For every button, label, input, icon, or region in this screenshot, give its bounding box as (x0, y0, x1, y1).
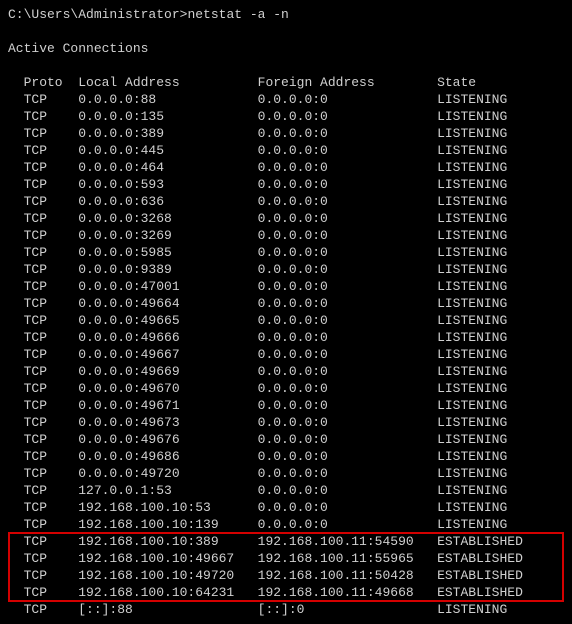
table-row: TCP 0.0.0.0:47001 0.0.0.0:0 LISTENING (8, 278, 564, 295)
table-row: TCP 0.0.0.0:3269 0.0.0.0:0 LISTENING (8, 227, 564, 244)
table-row: TCP 127.0.0.1:53 0.0.0.0:0 LISTENING (8, 482, 564, 499)
table-row: TCP 0.0.0.0:445 0.0.0.0:0 LISTENING (8, 142, 564, 159)
table-row: TCP 0.0.0.0:9389 0.0.0.0:0 LISTENING (8, 261, 564, 278)
table-row: TCP 0.0.0.0:49665 0.0.0.0:0 LISTENING (8, 312, 564, 329)
prompt-path: C:\Users\Administrator> (8, 7, 187, 22)
blank-line (8, 23, 564, 40)
table-row: TCP 0.0.0.0:49664 0.0.0.0:0 LISTENING (8, 295, 564, 312)
table-body: TCP 0.0.0.0:88 0.0.0.0:0 LISTENING TCP 0… (8, 91, 564, 618)
table-row: TCP 0.0.0.0:49720 0.0.0.0:0 LISTENING (8, 465, 564, 482)
blank-line (8, 57, 564, 74)
command-text: netstat -a -n (187, 7, 288, 22)
command-prompt-line: C:\Users\Administrator>netstat -a -n (8, 6, 564, 23)
table-header: Proto Local Address Foreign Address Stat… (8, 74, 564, 91)
table-row: TCP 0.0.0.0:389 0.0.0.0:0 LISTENING (8, 125, 564, 142)
table-row: TCP 0.0.0.0:88 0.0.0.0:0 LISTENING (8, 91, 564, 108)
table-row: TCP 192.168.100.10:64231 192.168.100.11:… (8, 584, 564, 601)
table-row: TCP 0.0.0.0:5985 0.0.0.0:0 LISTENING (8, 244, 564, 261)
table-row: TCP 0.0.0.0:49669 0.0.0.0:0 LISTENING (8, 363, 564, 380)
table-row: TCP 192.168.100.10:389 192.168.100.11:54… (8, 533, 564, 550)
table-row: TCP 192.168.100.10:139 0.0.0.0:0 LISTENI… (8, 516, 564, 533)
table-row: TCP 0.0.0.0:49686 0.0.0.0:0 LISTENING (8, 448, 564, 465)
table-row: TCP 0.0.0.0:636 0.0.0.0:0 LISTENING (8, 193, 564, 210)
table-row: TCP 0.0.0.0:593 0.0.0.0:0 LISTENING (8, 176, 564, 193)
table-row: TCP 0.0.0.0:49666 0.0.0.0:0 LISTENING (8, 329, 564, 346)
table-row: TCP 0.0.0.0:3268 0.0.0.0:0 LISTENING (8, 210, 564, 227)
table-row: TCP 0.0.0.0:135 0.0.0.0:0 LISTENING (8, 108, 564, 125)
table-row: TCP 192.168.100.10:49667 192.168.100.11:… (8, 550, 564, 567)
table-row: TCP 192.168.100.10:53 0.0.0.0:0 LISTENIN… (8, 499, 564, 516)
table-row: TCP 0.0.0.0:49667 0.0.0.0:0 LISTENING (8, 346, 564, 363)
table-row: TCP [::]:88 [::]:0 LISTENING (8, 601, 564, 618)
table-row: TCP 0.0.0.0:49673 0.0.0.0:0 LISTENING (8, 414, 564, 431)
table-row: TCP 0.0.0.0:49670 0.0.0.0:0 LISTENING (8, 380, 564, 397)
table-row: TCP 0.0.0.0:49671 0.0.0.0:0 LISTENING (8, 397, 564, 414)
table-row: TCP 192.168.100.10:49720 192.168.100.11:… (8, 567, 564, 584)
section-title: Active Connections (8, 40, 564, 57)
table-row: TCP 0.0.0.0:49676 0.0.0.0:0 LISTENING (8, 431, 564, 448)
table-row: TCP 0.0.0.0:464 0.0.0.0:0 LISTENING (8, 159, 564, 176)
